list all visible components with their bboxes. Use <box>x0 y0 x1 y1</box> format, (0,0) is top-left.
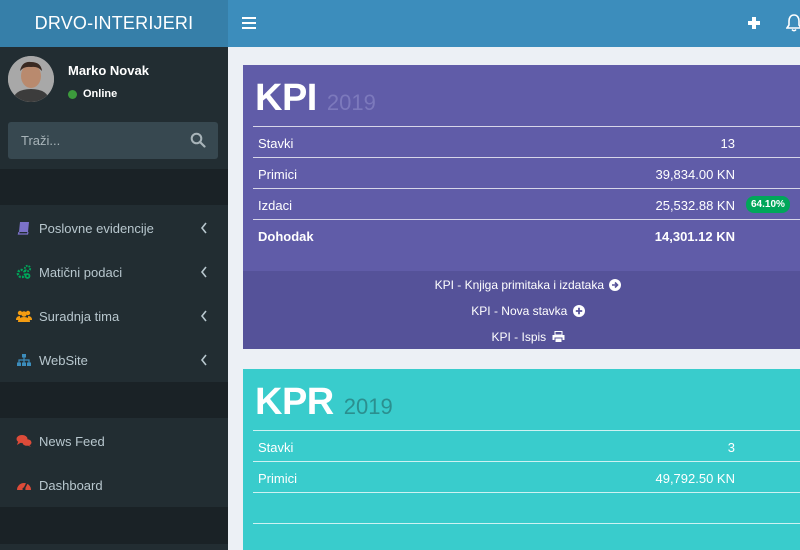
bell-icon[interactable] <box>785 14 800 32</box>
sitemap-icon <box>16 352 32 368</box>
row-value: 3 <box>727 440 735 455</box>
row-value: 39,834.00 KN <box>655 167 735 182</box>
link-label: KPI - Knjiga primitaka i izdataka <box>434 278 605 292</box>
plus-icon[interactable] <box>747 13 761 33</box>
kpi-heading: KPI <box>255 77 317 119</box>
kpr-heading: KPR <box>255 381 334 423</box>
kpr-title: KPR 2019 <box>255 381 393 424</box>
search-icon[interactable] <box>190 132 206 148</box>
row-label: Izdaci <box>258 198 292 213</box>
row-label: Stavki <box>258 440 294 455</box>
sidebar-section-header <box>0 169 228 205</box>
arrow-circle-right-icon <box>609 279 622 291</box>
table-row: Stavki 3 <box>253 430 800 461</box>
chevron-left-icon <box>200 266 208 278</box>
table-row: Izdaci 25,532.88 KN 64.10% <box>253 188 800 219</box>
link-label: KPI - Nova stavka <box>471 304 568 318</box>
kpi-new-item-link[interactable]: KPI - Nova stavka <box>243 304 800 318</box>
chevron-left-icon <box>200 222 208 234</box>
users-icon <box>16 308 32 324</box>
sidebar-section-header <box>0 507 228 544</box>
row-value: 13 <box>720 136 735 151</box>
chevron-left-icon <box>200 310 208 322</box>
row-value: 14,301.12 KN <box>654 229 735 244</box>
table-row: Dohodak 14,301.12 KN <box>253 219 800 250</box>
plus-circle-icon <box>572 305 585 317</box>
sidebar-toggle-icon[interactable] <box>242 13 256 33</box>
app-title: DRVO-INTERIJERI <box>34 13 194 33</box>
sidebar-item-label: WebSite <box>39 352 88 368</box>
sidebar-item-label: Dashboard <box>39 477 103 493</box>
print-icon <box>552 331 565 343</box>
sidebar-search <box>8 122 218 159</box>
row-label: Primici <box>258 471 297 486</box>
sidebar-section-header <box>0 382 228 418</box>
search-input[interactable] <box>8 122 184 159</box>
sidebar: Marko Novak Online Poslovne evidencije M… <box>0 47 228 550</box>
kpi-box: KPI 2019 Stavki 13 Primici 39,834.00 KN … <box>243 65 800 349</box>
top-navbar <box>228 0 800 47</box>
chevron-left-icon <box>200 354 208 366</box>
kpi-book-link[interactable]: KPI - Knjiga primitaka i izdataka <box>243 278 800 292</box>
kpr-year: 2019 <box>343 394 393 419</box>
sidebar-item-maticni-podaci[interactable]: Matični podaci <box>0 250 228 294</box>
table-row <box>253 523 800 550</box>
kpr-box: KPR 2019 Stavki 3 Primici 49,792.50 KN <box>243 369 800 550</box>
app-logo[interactable]: DRVO-INTERIJERI <box>0 0 228 47</box>
user-panel: Marko Novak Online <box>0 47 228 117</box>
user-status: Online <box>68 88 117 100</box>
user-name: Marko Novak <box>68 63 149 78</box>
row-label: Primici <box>258 167 297 182</box>
row-label: Stavki <box>258 136 294 151</box>
row-value: 49,792.50 KN <box>655 471 735 486</box>
avatar <box>8 56 54 102</box>
row-value: 25,532.88 KN <box>655 198 735 213</box>
sidebar-item-label: News Feed <box>39 433 105 449</box>
link-label: KPI - Ispis <box>491 330 547 344</box>
kpi-year: 2019 <box>326 90 376 115</box>
cogs-icon <box>16 264 32 280</box>
percentage-badge: 64.10% <box>746 196 790 213</box>
sidebar-item-website[interactable]: WebSite <box>0 338 228 382</box>
table-row: Primici 49,792.50 KN <box>253 461 800 492</box>
sidebar-item-label: Suradnja tima <box>39 308 120 324</box>
kpi-print-link[interactable]: KPI - Ispis <box>243 330 800 344</box>
user-status-label: Online <box>83 88 118 100</box>
table-row <box>253 492 800 523</box>
sidebar-item-label: Matični podaci <box>39 264 123 280</box>
sidebar-item-dashboard[interactable]: Dashboard <box>0 463 228 507</box>
sidebar-item-label: Poslovne evidencije <box>39 220 154 236</box>
sidebar-item-poslovne-evidencije[interactable]: Poslovne evidencije <box>0 206 228 250</box>
table-row: Primici 39,834.00 KN <box>253 157 800 188</box>
kpi-footer: KPI - Knjiga primitaka i izdataka KPI - … <box>243 271 800 349</box>
sidebar-item-news-feed[interactable]: News Feed <box>0 419 228 463</box>
kpi-title: KPI 2019 <box>255 77 376 120</box>
comments-icon <box>16 433 32 449</box>
dashboard-icon <box>16 477 32 493</box>
book-icon <box>16 220 32 236</box>
online-status-icon <box>68 89 77 99</box>
sidebar-item-suradnja-tima[interactable]: Suradnja tima <box>0 294 228 338</box>
table-row: Stavki 13 <box>253 126 800 157</box>
row-label: Dohodak <box>258 229 314 244</box>
